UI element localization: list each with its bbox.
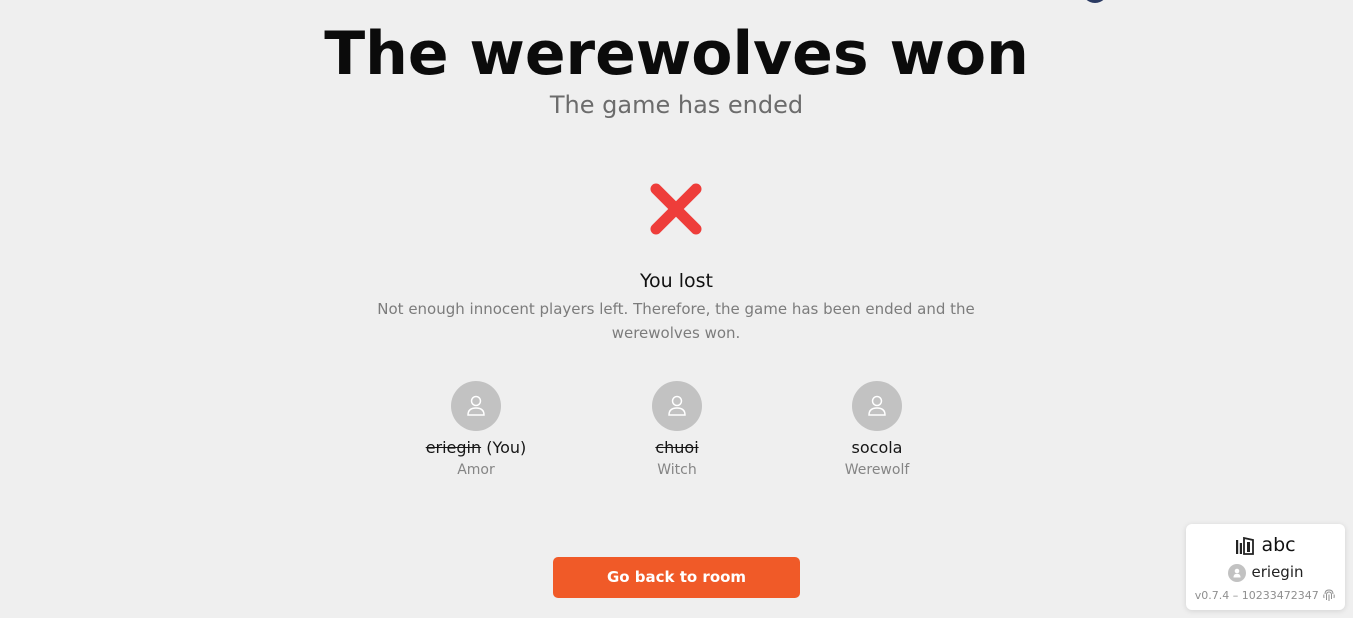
player-list: eriegin (You) Amor chuoi Witch socola We — [0, 381, 1353, 491]
user-avatar-icon — [1227, 563, 1246, 582]
player-name-text: chuoi — [655, 438, 699, 457]
player-name-text: socola — [851, 438, 903, 457]
user-row: eriegin — [1186, 561, 1345, 583]
avatar — [652, 381, 702, 431]
player-role: Witch — [657, 462, 697, 478]
room-info-card: abc eriegin v0.7.4 – 10233472347 — [1186, 524, 1345, 610]
user-icon — [668, 395, 686, 416]
partial-top-element — [1082, 0, 1108, 3]
version-row: v0.7.4 – 10233472347 — [1186, 587, 1345, 605]
player-role: Amor — [457, 462, 495, 478]
room-row: abc — [1186, 532, 1345, 558]
page-subtitle: The game has ended — [549, 91, 804, 119]
avatar — [451, 381, 501, 431]
player-card: socola Werewolf — [787, 381, 967, 480]
door-icon — [1235, 534, 1261, 556]
player-name: socola — [787, 437, 967, 459]
game-ended-page: The werewolves won The game has ended Yo… — [0, 0, 1353, 618]
player-name: chuoi — [587, 437, 767, 459]
user-icon — [467, 395, 485, 416]
player-name: eriegin (You) — [386, 437, 566, 459]
player-card: eriegin (You) Amor — [386, 381, 566, 480]
room-name: abc — [1261, 534, 1296, 556]
red-x-icon — [647, 180, 705, 238]
player-role: Werewolf — [844, 462, 910, 478]
fingerprint-icon[interactable] — [1322, 589, 1336, 602]
user-icon — [868, 395, 886, 416]
result-title: You lost — [639, 270, 714, 292]
player-card: chuoi Witch — [587, 381, 767, 480]
player-you-label: (You) — [481, 438, 527, 457]
user-name: eriegin — [1251, 563, 1304, 581]
page-title: The werewolves won — [324, 19, 1029, 89]
go-back-to-room-button[interactable]: Go back to room — [553, 557, 800, 598]
player-name-text: eriegin — [425, 438, 482, 457]
avatar — [852, 381, 902, 431]
result-description: Not enough innocent players left. Theref… — [377, 300, 975, 342]
version-text: v0.7.4 – 10233472347 — [1194, 589, 1319, 602]
